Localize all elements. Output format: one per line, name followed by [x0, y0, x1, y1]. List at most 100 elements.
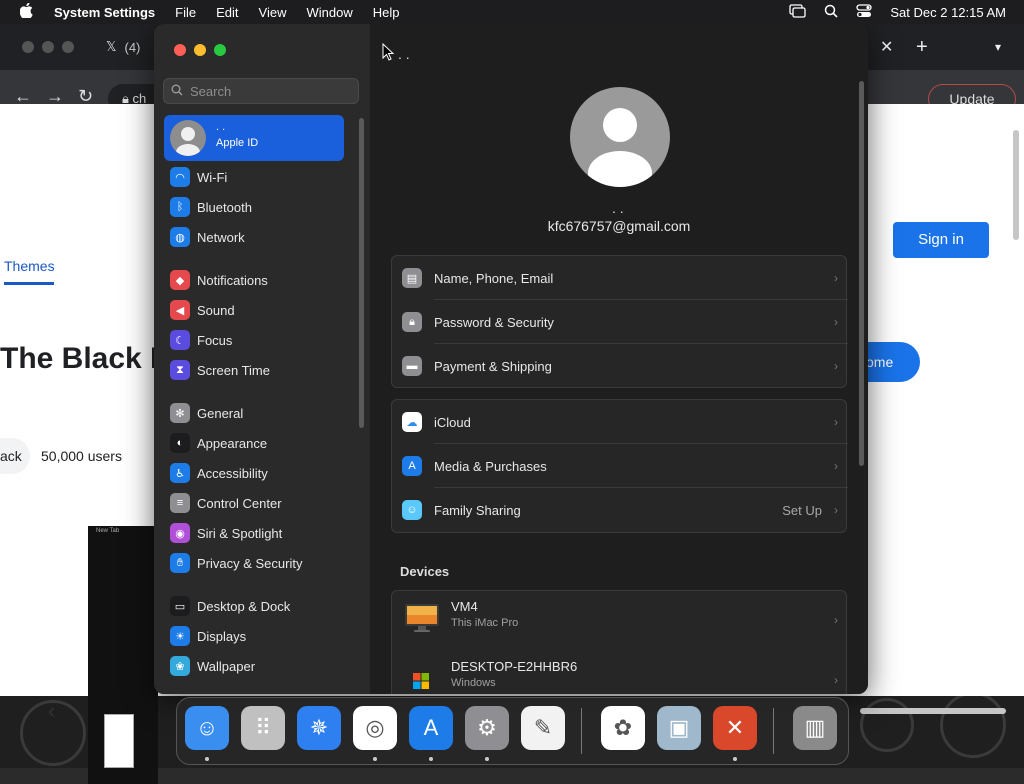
sidebar-item-apple-id[interactable]: . . Apple ID: [164, 115, 344, 161]
finder-icon[interactable]: ☺︎: [185, 706, 229, 750]
sidebar-item-privacy-security[interactable]: ✋︎ Privacy & Security: [170, 551, 302, 575]
textedit-icon[interactable]: ✎: [521, 706, 565, 750]
trash-icon[interactable]: ▥: [793, 706, 837, 750]
row-value: Set Up: [782, 502, 822, 518]
control-center-icon[interactable]: [856, 3, 873, 21]
row-name-phone-email[interactable]: ▤ Name, Phone, Email ›: [392, 256, 848, 300]
sidebar-item-label: Control Center: [197, 495, 282, 511]
cloud-icon: ☁︎: [402, 412, 422, 432]
menu-help[interactable]: Help: [363, 5, 410, 20]
sidebar-item-appearance[interactable]: ◐ Appearance: [170, 431, 267, 455]
device-detail: Windows: [451, 677, 496, 689]
sidebar-item-label: Siri & Spotlight: [197, 525, 283, 541]
sidebar-item-notifications[interactable]: ◆ Notifications: [170, 268, 268, 292]
sidebar-item-accessibility[interactable]: ♿︎ Accessibility: [170, 461, 268, 485]
wifi-icon: ◠: [170, 167, 190, 187]
chevron-right-icon: ›: [834, 459, 838, 473]
sidebar-item-network[interactable]: ◍ Network: [170, 225, 245, 249]
main-scrollbar[interactable]: [859, 81, 864, 466]
lock-icon: 🔒︎: [402, 312, 422, 332]
chevron-right-icon: ›: [834, 315, 838, 329]
chevron-right-icon: ›: [834, 359, 838, 373]
safari-icon[interactable]: ✵: [297, 706, 341, 750]
device-row[interactable]: VM4 This iMac Pro ›: [392, 591, 848, 649]
spotlight-icon[interactable]: [824, 4, 838, 21]
account-email: kfc676757@gmail.com: [547, 218, 691, 234]
sidebar-item-wi-fi[interactable]: ◠ Wi-Fi: [170, 165, 227, 189]
row-label: Media & Purchases: [434, 458, 547, 474]
sidebar-item-focus[interactable]: ☾ Focus: [170, 328, 232, 352]
preview-icon[interactable]: ▣: [657, 706, 701, 750]
minimize-window-button[interactable]: [194, 44, 206, 56]
photos-icon[interactable]: ✿: [601, 706, 645, 750]
dock: ☺︎ ⠿ ✵ ◎ A ⚙︎ ✎ ✿ ▣ ✕ ▥: [176, 697, 849, 765]
avatar: [170, 120, 206, 156]
menu-edit[interactable]: Edit: [206, 5, 248, 20]
category-pill[interactable]: ack: [0, 438, 30, 474]
themes-tab[interactable]: Themes: [4, 258, 55, 274]
sidebar-item-control-center[interactable]: ≡ Control Center: [170, 491, 282, 515]
row-password-security[interactable]: 🔒︎ Password & Security ›: [392, 300, 848, 344]
screen-mirroring-icon[interactable]: [789, 3, 807, 21]
new-tab-icon[interactable]: +: [916, 24, 928, 70]
sidebar-item-desktop-dock[interactable]: ▭ Desktop & Dock: [170, 594, 290, 618]
row-label: Payment & Shipping: [434, 358, 552, 374]
menu-file[interactable]: File: [165, 5, 206, 20]
system-settings-icon[interactable]: ⚙︎: [465, 706, 509, 750]
sidebar-item-displays[interactable]: ☀︎ Displays: [170, 624, 246, 648]
page-scrollbar[interactable]: [1013, 130, 1019, 240]
zoom-window-button[interactable]: [214, 44, 226, 56]
row-icloud[interactable]: ☁︎ iCloud ›: [392, 400, 848, 444]
browser-tab[interactable]: 𝕏 (4): [106, 24, 140, 70]
running-indicator: [429, 757, 433, 761]
sidebar-item-wallpaper[interactable]: ❀ Wallpaper: [170, 654, 255, 678]
account-avatar[interactable]: [570, 87, 670, 187]
apple-menu-icon[interactable]: [0, 2, 52, 22]
family-icon: ☺︎: [402, 500, 422, 520]
remote-desktop-icon[interactable]: ✕: [713, 706, 757, 750]
close-tab-icon[interactable]: ✕: [880, 24, 893, 70]
tab-list-chevron-icon[interactable]: ▾: [995, 24, 1001, 70]
minimized-window-thumbnail[interactable]: [104, 714, 134, 768]
row-media-purchases[interactable]: A Media & Purchases ›: [392, 444, 848, 488]
sidebar-item-siri-spotlight[interactable]: ◉ Siri & Spotlight: [170, 521, 282, 545]
mouse-pointer-icon: [382, 42, 395, 66]
sidebar-item-general[interactable]: ✻ General: [170, 401, 243, 425]
device-row[interactable]: DESKTOP-E2HHBR6 Windows ›: [392, 651, 848, 694]
search-field[interactable]: Search: [163, 78, 359, 104]
add-to-chrome-button[interactable]: ome: [860, 342, 920, 382]
device-detail: This iMac Pro: [451, 617, 519, 629]
wallpaper-icon: ❀: [170, 656, 190, 676]
menu-clock[interactable]: Sat Dec 2 12:15 AM: [890, 5, 1006, 20]
apple-id-name: . .: [216, 121, 226, 133]
running-indicator: [205, 757, 209, 761]
close-window-button[interactable]: [174, 44, 186, 56]
chevron-right-icon: ›: [834, 415, 838, 429]
app-store-icon[interactable]: A: [409, 706, 453, 750]
menu-app-name[interactable]: System Settings: [52, 5, 165, 20]
sidebar-item-label: Displays: [197, 628, 247, 644]
sun-icon: ☀︎: [170, 626, 190, 646]
menu-view[interactable]: View: [249, 5, 297, 20]
sign-in-button[interactable]: Sign in: [893, 222, 989, 258]
carousel-prev-icon[interactable]: ‹: [48, 698, 55, 724]
windows-icon: [413, 673, 429, 694]
sidebar-scrollbar[interactable]: [359, 118, 364, 428]
sidebar-item-label: Bluetooth: [197, 199, 252, 215]
sidebar-item-label: Wi-Fi: [197, 169, 228, 185]
sidebar-item-sound[interactable]: ◀ Sound: [170, 298, 235, 322]
sidebar-item-label: Privacy & Security: [197, 555, 303, 571]
sidebar-item-bluetooth[interactable]: ᛒ Bluetooth: [170, 195, 252, 219]
row-family-sharing[interactable]: ☺︎ Family Sharing Set Up ›: [392, 488, 848, 532]
chevron-right-icon: ›: [834, 271, 838, 285]
sidebar-item-screen-time[interactable]: ⧗ Screen Time: [170, 358, 270, 382]
gear-icon: ✻: [170, 403, 190, 423]
chrome-icon[interactable]: ◎: [353, 706, 397, 750]
row-payment-shipping[interactable]: ▬ Payment & Shipping ›: [392, 344, 848, 388]
launchpad-icon[interactable]: ⠿: [241, 706, 285, 750]
sidebar-item-label: Desktop & Dock: [197, 598, 291, 614]
page-hscrollbar[interactable]: [860, 708, 1006, 714]
devices-group: VM4 This iMac Pro › DESKTOP-E2HHBR6 Wind…: [391, 590, 847, 694]
users-count: 50,000 users: [41, 448, 122, 464]
menu-window[interactable]: Window: [296, 5, 362, 20]
